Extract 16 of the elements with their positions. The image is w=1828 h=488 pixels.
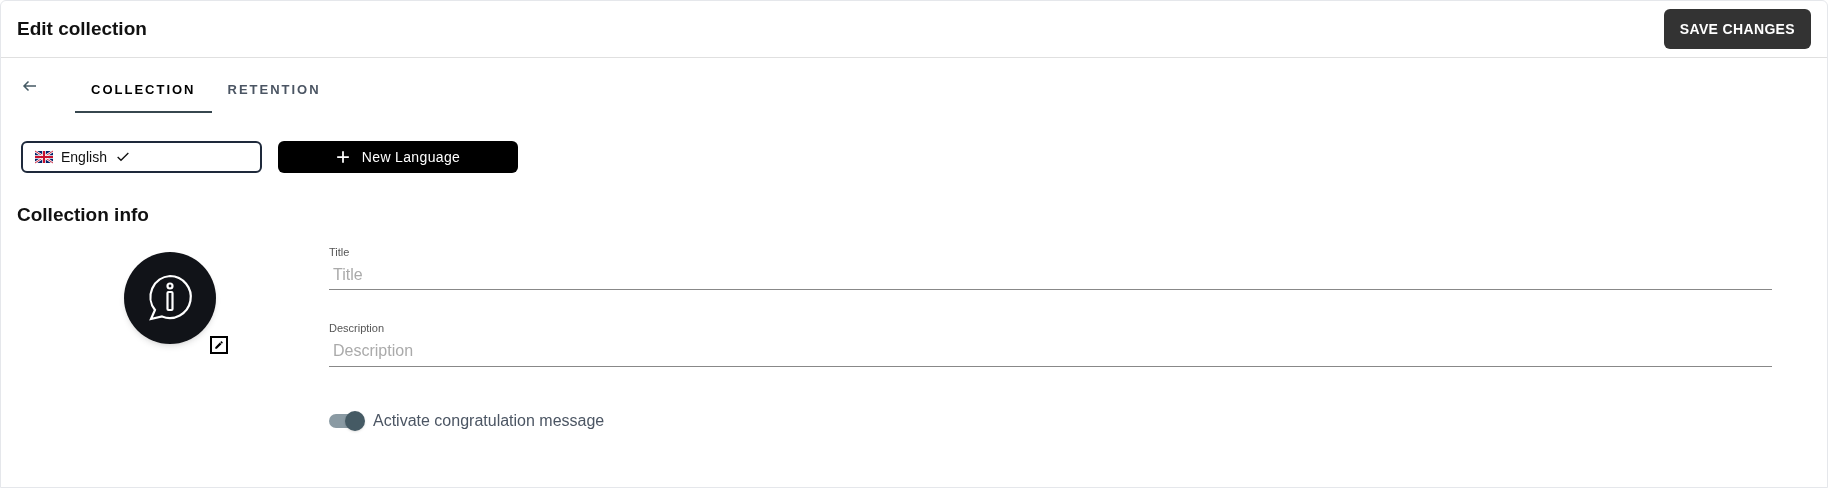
text-field[interactable]: Description bbox=[329, 336, 1772, 367]
plus-icon bbox=[335, 150, 350, 164]
text-field[interactable]: Title bbox=[329, 260, 1772, 290]
page-title: Edit collection bbox=[17, 16, 147, 41]
flag-icon bbox=[35, 150, 53, 164]
tab[interactable]: RETENTION bbox=[211, 69, 337, 113]
section-title: Collection info bbox=[17, 204, 149, 225]
new-language-button[interactable]: New Language bbox=[278, 141, 518, 173]
tab[interactable]: COLLECTION bbox=[75, 69, 212, 113]
field-label: Description bbox=[329, 321, 386, 336]
language-chip[interactable]: English bbox=[21, 141, 262, 173]
save-changes-button[interactable]: SAVE CHANGES bbox=[1663, 9, 1811, 49]
edit-icon[interactable] bbox=[210, 335, 228, 354]
toggle-label: Activate congratulation message bbox=[373, 410, 605, 431]
toggle-switch[interactable] bbox=[329, 410, 365, 431]
field-label: Title bbox=[329, 244, 351, 260]
